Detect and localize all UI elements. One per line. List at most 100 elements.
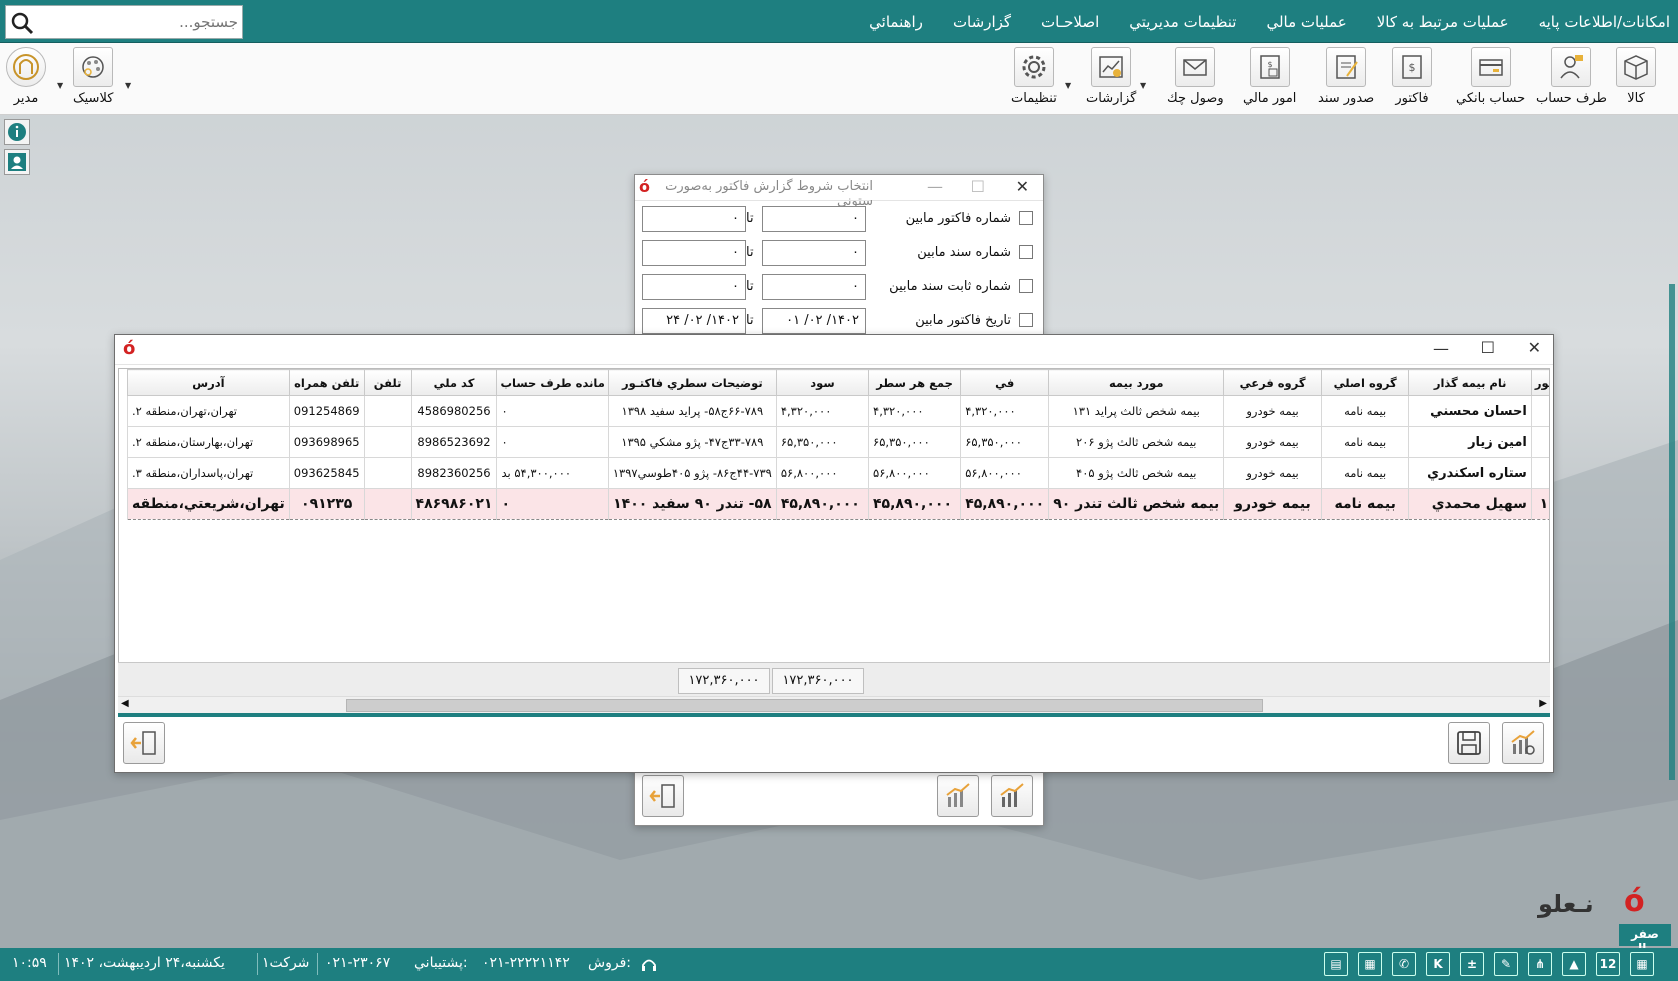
table-cell: ۰	[496, 488, 609, 520]
report-exit-button[interactable]	[123, 722, 165, 764]
menu-item-management[interactable]: تنظيمات مديريتي	[1129, 13, 1236, 31]
filter-chart-preview-button[interactable]	[937, 775, 979, 817]
table-cell: بيمه نامه	[1320, 488, 1410, 520]
invoice-number-from-field[interactable]: ۰	[762, 206, 866, 232]
status-k-icon[interactable]: K	[1426, 952, 1450, 976]
toolbar-settings-button[interactable]: تنظيمات	[1011, 47, 1057, 106]
close-icon[interactable]: ✕	[1528, 338, 1541, 357]
invoice-number-label: شماره فاكتور مابين	[905, 210, 1011, 226]
status-share-icon[interactable]: ⋔	[1528, 952, 1552, 976]
to-label: تا	[746, 245, 754, 260]
table-cell: بيمه شخص ثالث پژو ۲۰۶	[1048, 426, 1225, 458]
maximize-icon[interactable]: ☐	[971, 177, 985, 196]
status-calendar-icon[interactable]: ▦	[1358, 952, 1382, 976]
col-header[interactable]: مانده طرف حساب	[496, 369, 609, 396]
toolbar-classic-button[interactable]: کلاسيک	[73, 47, 113, 106]
menu-item-basics[interactable]: امکانات/اطلاعات پايه	[1539, 13, 1670, 31]
invoice-date-to-field[interactable]: ۱۴۰۲/ ۰۲/ ۲۴	[642, 308, 746, 334]
col-header[interactable]: تلفن همراه	[288, 369, 365, 396]
menu-item-corrections[interactable]: اصلاحـات	[1041, 13, 1099, 31]
table-cell: ۳۳-۷۸۹ج۴۷- پژو مشكي ۱۳۹۵	[607, 426, 777, 458]
close-icon[interactable]: ✕	[1016, 177, 1029, 196]
table-row[interactable]: ۱ سهيل محمدي بيمه نامه بيمه خودرو بيمه شخص ث…	[127, 488, 1549, 520]
table-row[interactable]: امين زيار بيمه نامه بيمه خودرو بيمه شخص ثال…	[127, 426, 1549, 458]
status-clipboard-icon[interactable]: ▤	[1324, 952, 1348, 976]
table-cell: بيمه خودرو	[1223, 488, 1322, 520]
toolbar-manager-button[interactable]: مدير	[6, 47, 46, 106]
reports-dropdown-icon[interactable]: ▼	[1140, 81, 1146, 90]
voucher-number-from-field[interactable]: ۰	[762, 240, 866, 266]
minimize-icon[interactable]: —	[1433, 339, 1449, 358]
col-header[interactable]: گروه اصلي	[1320, 369, 1410, 396]
toolbar-check-button[interactable]: وصول چك	[1167, 47, 1224, 106]
status-calendar-grid-icon[interactable]: ▦	[1630, 952, 1654, 976]
col-header[interactable]: كد ملي	[410, 369, 498, 396]
menu-item-reports[interactable]: گزارشات	[953, 13, 1011, 31]
menu-item-financial[interactable]: عمليات مالي	[1266, 13, 1346, 31]
chart-preview-icon	[1511, 730, 1535, 755]
invoice-number-to-field[interactable]: ۰	[642, 206, 746, 232]
status-calendar-12-icon[interactable]: 12	[1596, 952, 1620, 976]
table-row[interactable]: ستاره اسکندري بيمه نامه بيمه خودرو بيمه شخص…	[127, 457, 1549, 489]
invoice-number-checkbox[interactable]	[1019, 211, 1033, 225]
col-header[interactable]: تور	[1530, 369, 1549, 396]
filter-chart-button[interactable]	[991, 775, 1033, 817]
status-image-edit-icon[interactable]: ▲	[1562, 952, 1586, 976]
report-chart-button[interactable]	[1502, 722, 1544, 764]
info-button[interactable]	[4, 119, 30, 145]
to-label: تا	[746, 313, 754, 328]
invoice-date-checkbox[interactable]	[1019, 313, 1033, 327]
search-icon[interactable]	[10, 11, 34, 35]
toolbar-invoice-button[interactable]: $ فاکتور	[1392, 47, 1432, 106]
col-header[interactable]: تلفن	[363, 369, 412, 396]
table-cell: ۵۴,۳۰۰,۰۰۰ بد	[496, 457, 609, 489]
scroll-left-icon[interactable]: ◀	[121, 698, 129, 709]
voucher-number-checkbox[interactable]	[1019, 245, 1033, 259]
status-calculator-icon[interactable]: ±	[1460, 952, 1484, 976]
invoice-date-from-field[interactable]: ۱۴۰۲/ ۰۲/ ۰۱	[762, 308, 866, 334]
status-note-icon[interactable]: ✎	[1494, 952, 1518, 976]
table-cell: 8986523692	[410, 426, 498, 458]
col-header[interactable]: في	[960, 369, 1050, 396]
col-header[interactable]: نام بيمه گذار	[1408, 369, 1532, 396]
col-header[interactable]: مورد بيمه	[1048, 369, 1225, 396]
toolbar-party-button[interactable]: طرف حساب	[1536, 47, 1607, 106]
table-cell: بيمه خودرو	[1223, 395, 1322, 427]
voucher-number-to-field[interactable]: ۰	[642, 240, 746, 266]
grid-bottom-accent	[118, 713, 1550, 717]
table-row[interactable]: احسان محسني بيمه نامه بيمه خودرو بيمه شخص ث…	[127, 395, 1549, 427]
toolbar-bank-button[interactable]: حساب بانکي	[1456, 47, 1525, 106]
document-pen-icon	[1336, 55, 1358, 79]
search-input[interactable]	[40, 10, 238, 34]
col-header[interactable]: سود	[775, 369, 870, 396]
col-header[interactable]: جمع هر سطر	[868, 369, 962, 396]
col-header[interactable]: گروه فرعي	[1223, 369, 1322, 396]
col-header[interactable]: توضيحات سطري فاكتـور	[607, 369, 777, 396]
envelope-icon	[1183, 59, 1208, 76]
toolbar-goods-button[interactable]: کالا	[1616, 47, 1656, 106]
manager-dropdown-icon[interactable]: ▼	[57, 81, 63, 90]
table-cell	[363, 426, 412, 458]
user-profile-button[interactable]	[4, 149, 30, 175]
scrollbar-thumb[interactable]	[346, 699, 1263, 712]
scroll-right-icon[interactable]: ▶	[1539, 698, 1547, 709]
horizontal-scrollbar[interactable]: ◀ ▶	[118, 696, 1550, 713]
report-save-button[interactable]	[1448, 722, 1490, 764]
menu-item-goods-ops[interactable]: عمليات مرتبط به کالا	[1377, 13, 1509, 31]
fixed-voucher-to-field[interactable]: ۰	[642, 274, 746, 300]
fixed-voucher-checkbox[interactable]	[1019, 279, 1033, 293]
fixed-voucher-from-field[interactable]: ۰	[762, 274, 866, 300]
toolbar-voucher-button[interactable]: صدور سند	[1318, 47, 1374, 106]
table-cell: ۵۶,۸۰۰,۰۰۰	[960, 457, 1050, 489]
classic-dropdown-icon[interactable]: ▼	[125, 81, 131, 90]
status-phone-icon[interactable]: ✆	[1392, 952, 1416, 976]
col-header[interactable]: آدرس	[127, 369, 290, 396]
minimize-icon[interactable]: —	[927, 177, 943, 196]
filter-exit-button[interactable]	[642, 775, 684, 817]
toolbar-reports-button[interactable]: گزارشات	[1086, 47, 1136, 106]
menu-item-help[interactable]: راهنمائي	[869, 13, 923, 31]
toolbar-finance-button[interactable]: $ امور مالي	[1243, 47, 1296, 106]
filter-row-invoice-date: تاريخ فاكتور مابين	[915, 305, 1033, 335]
settings-dropdown-icon[interactable]: ▼	[1065, 81, 1071, 90]
maximize-icon[interactable]: ☐	[1481, 338, 1495, 357]
